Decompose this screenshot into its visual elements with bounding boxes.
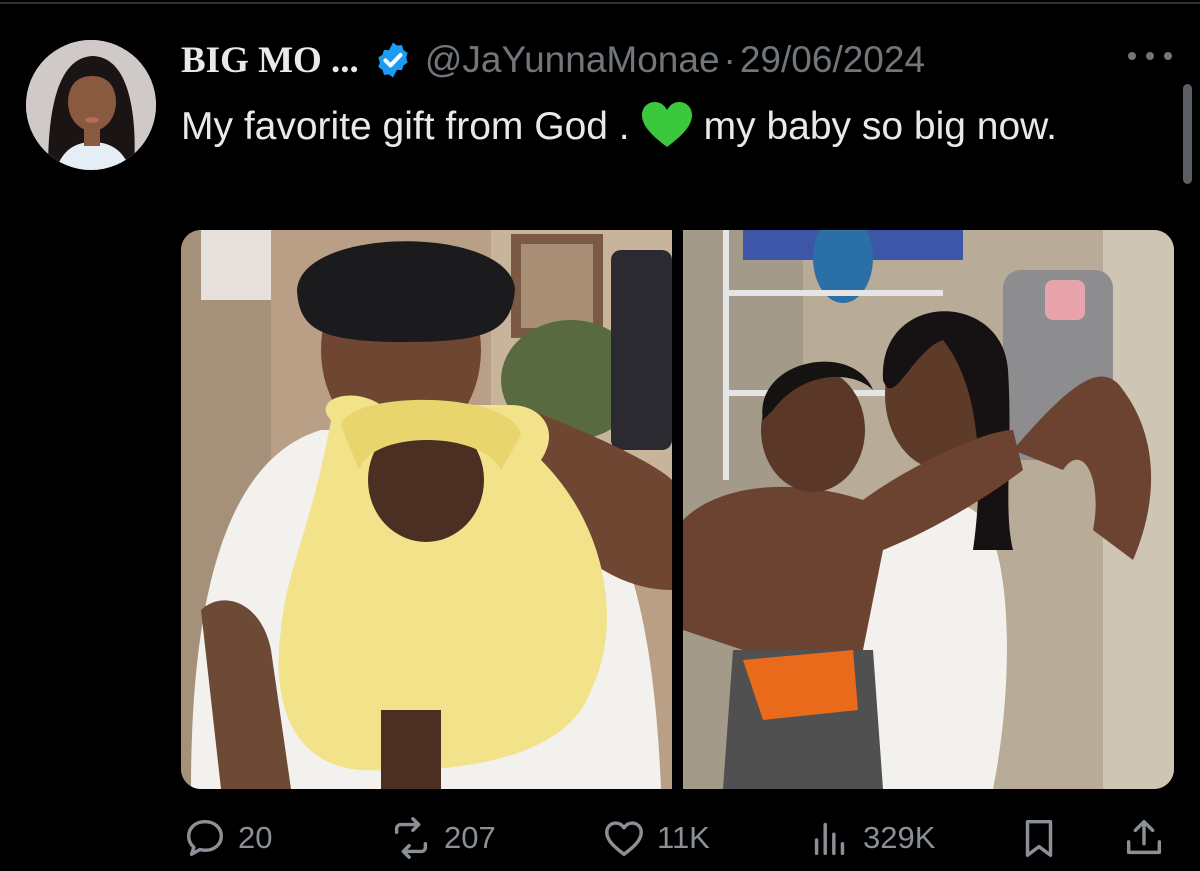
tweet-media[interactable] <box>181 230 1174 789</box>
tweet-action-bar: 20 207 11K 329K <box>0 808 1200 868</box>
views-chart-icon <box>814 822 845 856</box>
views-button[interactable]: 329K <box>807 808 935 868</box>
tweet-text-part2: my baby so big now. <box>703 105 1058 148</box>
like-count: 11K <box>657 820 710 855</box>
share-button[interactable] <box>1121 808 1167 868</box>
retweet-icon <box>394 817 428 859</box>
green-heart-icon <box>641 102 692 147</box>
avatar[interactable] <box>26 40 156 170</box>
reply-button[interactable]: 20 <box>182 808 272 868</box>
view-count: 329K <box>863 820 936 855</box>
date-separator: · <box>723 39 736 80</box>
reply-icon <box>186 819 224 857</box>
top-divider <box>0 2 1200 4</box>
verified-badge-icon <box>378 42 408 78</box>
reply-count: 20 <box>238 820 273 855</box>
retweet-button[interactable]: 207 <box>388 808 496 868</box>
more-options-icon[interactable] <box>1128 46 1172 66</box>
tweet-date[interactable]: 29/06/2024 <box>740 39 925 81</box>
tweet-text-part1: My favorite gift from God . <box>181 105 630 148</box>
tweet-text: My favorite gift from God . my baby so bi… <box>181 96 1141 158</box>
photo-mother-and-son[interactable] <box>683 230 1174 789</box>
photo-mother-and-baby[interactable] <box>181 230 672 789</box>
display-name[interactable]: BIG MO ... <box>181 39 359 82</box>
like-heart-icon <box>605 821 643 857</box>
scrollbar[interactable] <box>1183 84 1192 184</box>
bookmark-icon <box>1025 819 1053 857</box>
retweet-count: 207 <box>444 820 496 855</box>
share-icon <box>1126 819 1162 855</box>
bookmark-button[interactable] <box>1016 808 1062 868</box>
avatar-image <box>26 40 156 170</box>
like-button[interactable]: 11K <box>601 808 710 868</box>
user-handle[interactable]: @JaYunnaMonae <box>425 39 720 81</box>
tweet-header: BIG MO ... @JaYunnaMonae · 29/06/2024 <box>181 38 925 82</box>
